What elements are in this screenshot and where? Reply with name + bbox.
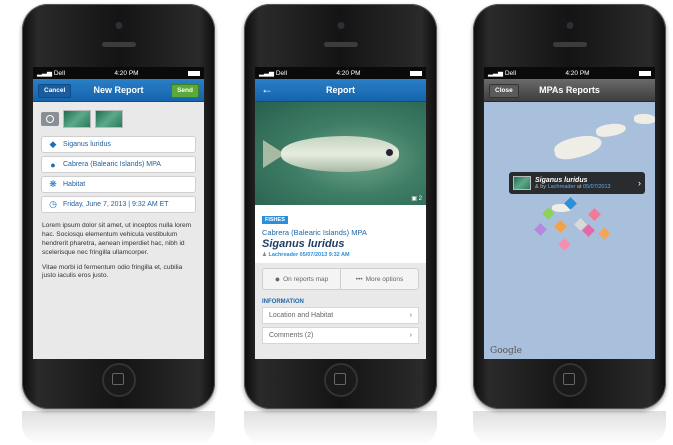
chevron-right-icon: › <box>409 312 412 319</box>
front-camera <box>337 22 344 29</box>
map-marker[interactable] <box>554 220 567 233</box>
close-button[interactable]: Close <box>489 84 519 98</box>
status-bar: ▂▃▅ Dell 4:20 PM <box>484 67 655 79</box>
signal-icon: ▂▃▅ <box>259 70 274 77</box>
front-camera <box>566 22 573 29</box>
front-camera <box>115 22 122 29</box>
report-photo[interactable]: ▣ 2 <box>255 102 426 205</box>
species-field[interactable]: ◆ Siganus luridus <box>41 136 196 153</box>
location-habitat-row[interactable]: Location and Habitat › <box>262 307 419 324</box>
photo-strip <box>33 102 204 133</box>
date-field[interactable]: ◷ Friday, June 7, 2013 | 9:32 AM ET <box>41 196 196 213</box>
section-header: INFORMATION <box>262 299 304 305</box>
fish-image <box>281 136 399 172</box>
status-bar: ▂▃▅ Dell 4:20 PM <box>33 67 204 79</box>
google-logo: Google <box>490 346 522 356</box>
report-byline: ♟ Lachreader 05/07/2013 9:32 AM <box>262 252 350 258</box>
page-title: MPAs Reports <box>539 85 600 95</box>
signal-carrier: ▂▃▅ Dell <box>259 70 288 77</box>
phone-frame-new-report: ▂▃▅ Dell 4:20 PM Cancel New Report Send … <box>22 4 215 409</box>
home-button[interactable] <box>323 363 358 397</box>
status-time: 4:20 PM <box>114 69 139 77</box>
status-time: 4:20 PM <box>336 69 361 77</box>
home-button[interactable] <box>552 363 587 397</box>
chevron-right-icon: › <box>638 178 641 188</box>
map-screen: ▂▃▅ Dell 4:20 PM Close MPAs Reports Siga… <box>484 67 655 359</box>
island-shape <box>552 131 604 163</box>
new-report-screen: ▂▃▅ Dell 4:20 PM Cancel New Report Send … <box>33 67 204 359</box>
habitat-field[interactable]: ❋ Habitat <box>41 176 196 193</box>
fish-image <box>385 148 394 157</box>
phone-reflection <box>473 411 666 445</box>
comments-row[interactable]: Comments (2) › <box>262 327 419 344</box>
speaker <box>323 42 358 47</box>
photo-count: ▣ 2 <box>411 196 422 202</box>
map-marker[interactable] <box>558 238 571 251</box>
reports-map[interactable]: Siganus luridus & by Lachreader at 05/07… <box>484 102 655 359</box>
phone-reflection <box>22 411 215 445</box>
battery-icon <box>638 70 651 76</box>
phone-frame-map: ▂▃▅ Dell 4:20 PM Close MPAs Reports Siga… <box>473 4 666 409</box>
nav-bar: Close MPAs Reports <box>484 79 655 102</box>
location-pin-icon: ● <box>50 159 56 170</box>
callout-byline: & by Lachreader at 05/07/2013 <box>535 183 611 190</box>
map-marker[interactable] <box>598 227 611 240</box>
speaker <box>101 42 136 47</box>
cancel-button[interactable]: Cancel <box>38 84 72 98</box>
report-screen: ▂▃▅ Dell 4:20 PM ← Report ▣ 2 FISHES Cab… <box>255 67 426 359</box>
fish-icon: ◆ <box>49 139 57 149</box>
clock-icon: ◷ <box>49 199 57 209</box>
page-title: New Report <box>93 85 144 95</box>
back-arrow-icon[interactable]: ← <box>261 82 273 96</box>
more-dots-icon: ••• <box>355 275 363 283</box>
nav-bar: ← Report <box>255 79 426 102</box>
user-icon: ♟ <box>262 252 267 258</box>
report-notes[interactable]: Lorem ipsum dolor sit amet, ut inceptos … <box>33 216 204 281</box>
signal-icon: ▂▃▅ <box>488 70 503 77</box>
chevron-right-icon: › <box>409 332 412 339</box>
speaker <box>552 42 587 47</box>
location-pin-icon: ● <box>274 274 281 284</box>
callout-title: Siganus luridus <box>535 176 588 184</box>
nav-bar: Cancel New Report Send <box>33 79 204 102</box>
on-reports-map-button[interactable]: ● On reports map <box>263 269 341 289</box>
signal-carrier: ▂▃▅ Dell <box>37 70 66 77</box>
home-button[interactable] <box>101 363 136 397</box>
category-badge: FISHES <box>262 216 288 224</box>
island-shape <box>634 114 655 124</box>
battery-icon <box>187 70 200 76</box>
send-button[interactable]: Send <box>171 84 199 98</box>
camera-icon[interactable] <box>41 112 59 126</box>
map-marker[interactable] <box>534 223 547 236</box>
photo-thumbnail[interactable] <box>63 110 91 128</box>
battery-icon <box>409 70 422 76</box>
species-name: Siganus luridus <box>262 238 345 250</box>
map-callout[interactable]: Siganus luridus & by Lachreader at 05/07… <box>509 172 645 194</box>
status-bar: ▂▃▅ Dell 4:20 PM <box>255 67 426 79</box>
more-options-button[interactable]: ••• More options <box>341 269 418 289</box>
mpa-name: Cabrera (Balearic Islands) MPA <box>262 228 367 237</box>
report-details: FISHES Cabrera (Balearic Islands) MPA Si… <box>255 205 426 263</box>
location-field[interactable]: ● Cabrera (Balearic Islands) MPA <box>41 156 196 173</box>
map-marker[interactable] <box>588 208 601 221</box>
status-time: 4:20 PM <box>565 69 590 77</box>
report-actions: ● On reports map ••• More options <box>262 268 419 290</box>
phone-reflection <box>244 411 437 445</box>
phone-frame-report: ▂▃▅ Dell 4:20 PM ← Report ▣ 2 FISHES Cab… <box>244 4 437 409</box>
photo-thumbnail[interactable] <box>95 110 123 128</box>
signal-carrier: ▂▃▅ Dell <box>488 70 517 77</box>
photo-thumbnail <box>513 176 531 190</box>
island-shape <box>595 121 627 139</box>
signal-icon: ▂▃▅ <box>37 70 52 77</box>
habitat-icon: ❋ <box>49 179 57 189</box>
page-title: Report <box>326 85 355 95</box>
